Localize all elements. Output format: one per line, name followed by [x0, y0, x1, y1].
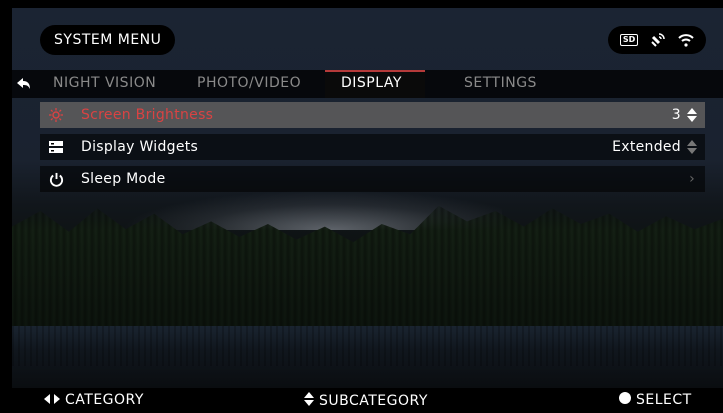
hint-category: CATEGORY [44, 392, 144, 408]
menu-item-label: Display Widgets [81, 139, 199, 155]
menu-item-sleep-mode[interactable]: Sleep Mode › [40, 166, 705, 192]
system-menu-title: SYSTEM MENU [40, 25, 176, 55]
left-right-arrows-icon [44, 392, 60, 408]
up-down-arrows-icon [304, 392, 314, 410]
menu-item-display-widgets[interactable]: Display Widgets Extended [40, 134, 705, 160]
menu-item-label: Sleep Mode [81, 171, 166, 187]
wifi-icon [678, 33, 694, 47]
tab-settings[interactable]: SETTINGS [464, 75, 537, 91]
menu-item-label: Screen Brightness [81, 107, 214, 123]
hint-subcategory-label: SUBCATEGORY [319, 393, 428, 409]
hint-select: SELECT [619, 392, 692, 408]
camera-background [12, 8, 723, 388]
system-menu-label: SYSTEM MENU [54, 32, 162, 48]
up-down-arrows-icon[interactable] [687, 140, 697, 154]
tab-night-vision[interactable]: NIGHT VISION [53, 75, 156, 91]
brightness-value: 3 [671, 107, 681, 123]
brightness-icon [45, 108, 67, 122]
menu-item-screen-brightness[interactable]: Screen Brightness 3 [40, 102, 705, 128]
display-widgets-value: Extended [612, 139, 681, 155]
sd-card-icon: SD [619, 34, 639, 46]
circle-button-icon [619, 392, 631, 408]
back-arrow-icon[interactable] [16, 76, 32, 95]
hint-subcategory: SUBCATEGORY [304, 392, 428, 410]
status-bar: SD [608, 26, 706, 54]
tab-display[interactable]: DISPLAY [341, 75, 402, 91]
lake-reflection [12, 326, 723, 366]
chevron-right-icon[interactable]: › [689, 171, 695, 187]
hint-select-label: SELECT [636, 392, 692, 408]
up-down-arrows-icon[interactable] [687, 108, 697, 122]
gps-icon [650, 32, 666, 48]
tab-photo-video[interactable]: PHOTO/VIDEO [197, 75, 301, 91]
category-tabs: NIGHT VISION PHOTO/VIDEO DISPLAY SETTING… [12, 70, 723, 98]
widgets-icon [45, 140, 67, 154]
control-hints-bar: CATEGORY SUBCATEGORY SELECT [0, 388, 723, 413]
hint-category-label: CATEGORY [65, 392, 144, 408]
power-icon [45, 172, 67, 187]
